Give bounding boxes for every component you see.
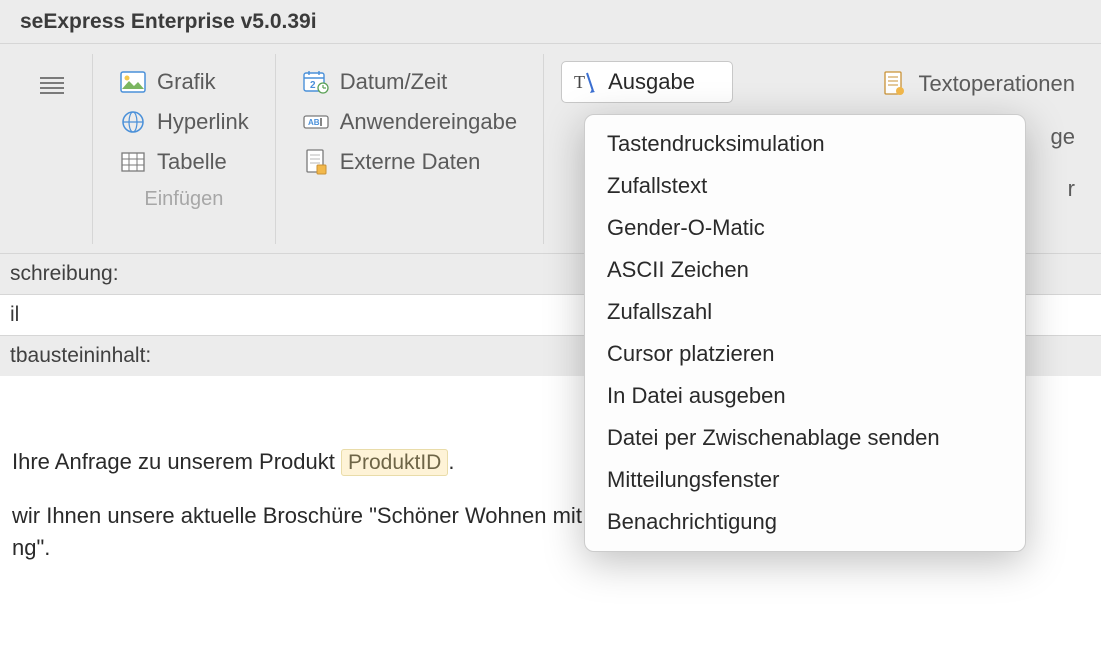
external-data-icon bbox=[302, 148, 330, 176]
ausgabe-dropdown-menu: Tastendrucksimulation Zufallstext Gender… bbox=[584, 114, 1026, 552]
menu-item-mitteilungsfenster[interactable]: Mitteilungsfenster bbox=[585, 459, 1025, 501]
ausgabe-button[interactable]: T Ausgabe bbox=[562, 62, 732, 102]
app-window: seExpress Enterprise v5.0.39i Grafik H bbox=[0, 0, 1101, 658]
toolbar-group-insert: Grafik Hyperlink Tabelle Einfügen bbox=[92, 54, 275, 244]
image-icon bbox=[119, 68, 147, 96]
align-button[interactable] bbox=[30, 66, 74, 106]
menu-item-datei-per-zwischenablage[interactable]: Datei per Zwischenablage senden bbox=[585, 417, 1025, 459]
calendar-clock-icon: 2 bbox=[302, 68, 330, 96]
window-title: seExpress Enterprise v5.0.39i bbox=[20, 10, 317, 34]
svg-text:AB: AB bbox=[308, 118, 320, 127]
titlebar: seExpress Enterprise v5.0.39i bbox=[0, 0, 1101, 44]
partial-label-2: r bbox=[1068, 176, 1075, 202]
document-text-icon bbox=[880, 70, 908, 98]
menu-item-gender-o-matic[interactable]: Gender-O-Matic bbox=[585, 207, 1025, 249]
menu-item-zufallszahl[interactable]: Zufallszahl bbox=[585, 291, 1025, 333]
svg-text:2: 2 bbox=[310, 80, 316, 91]
input-field-icon: AB bbox=[302, 108, 330, 136]
menu-item-benachrichtigung[interactable]: Benachrichtigung bbox=[585, 501, 1025, 543]
hyperlink-button[interactable]: Hyperlink bbox=[111, 102, 257, 142]
grafik-label: Grafik bbox=[157, 69, 216, 95]
externedaten-label: Externe Daten bbox=[340, 149, 481, 175]
text-cursor-icon: T bbox=[570, 68, 598, 96]
menu-item-in-datei-ausgeben[interactable]: In Datei ausgeben bbox=[585, 375, 1025, 417]
globe-icon bbox=[119, 108, 147, 136]
menu-item-zufallstext[interactable]: Zufallstext bbox=[585, 165, 1025, 207]
anwendereingabe-button[interactable]: AB Anwendereingabe bbox=[294, 102, 525, 142]
group-label-einfuegen: Einfügen bbox=[111, 188, 257, 211]
partial-label-1: ge bbox=[1051, 124, 1075, 150]
align-lines-icon bbox=[38, 72, 66, 100]
svg-text:T: T bbox=[574, 72, 585, 92]
hyperlink-label: Hyperlink bbox=[157, 109, 249, 135]
textoperationen-button[interactable]: Textoperationen bbox=[872, 64, 1083, 104]
menu-item-tastendrucksimulation[interactable]: Tastendrucksimulation bbox=[585, 123, 1025, 165]
beschreibung-value: il bbox=[10, 303, 19, 326]
ausgabe-label: Ausgabe bbox=[608, 69, 695, 95]
toolbar-group-data: 2 Datum/Zeit AB Anwendereingabe Externe … bbox=[275, 54, 543, 244]
datumzeit-button[interactable]: 2 Datum/Zeit bbox=[294, 62, 525, 102]
body-line1-post: . bbox=[448, 449, 454, 474]
menu-item-cursor-platzieren[interactable]: Cursor platzieren bbox=[585, 333, 1025, 375]
datumzeit-label: Datum/Zeit bbox=[340, 69, 448, 95]
menu-item-ascii-zeichen[interactable]: ASCII Zeichen bbox=[585, 249, 1025, 291]
tabelle-button[interactable]: Tabelle bbox=[111, 142, 257, 182]
placeholder-produktid[interactable]: ProduktID bbox=[341, 449, 448, 476]
body-line1-pre: Ihre Anfrage zu unserem Produkt bbox=[12, 449, 341, 474]
externedaten-button[interactable]: Externe Daten bbox=[294, 142, 525, 182]
anwendereingabe-label: Anwendereingabe bbox=[340, 109, 517, 135]
tabelle-label: Tabelle bbox=[157, 149, 227, 175]
grafik-button[interactable]: Grafik bbox=[111, 62, 257, 102]
table-icon bbox=[119, 148, 147, 176]
textoperationen-label: Textoperationen bbox=[918, 71, 1075, 97]
toolbar-left-edge bbox=[0, 54, 92, 244]
